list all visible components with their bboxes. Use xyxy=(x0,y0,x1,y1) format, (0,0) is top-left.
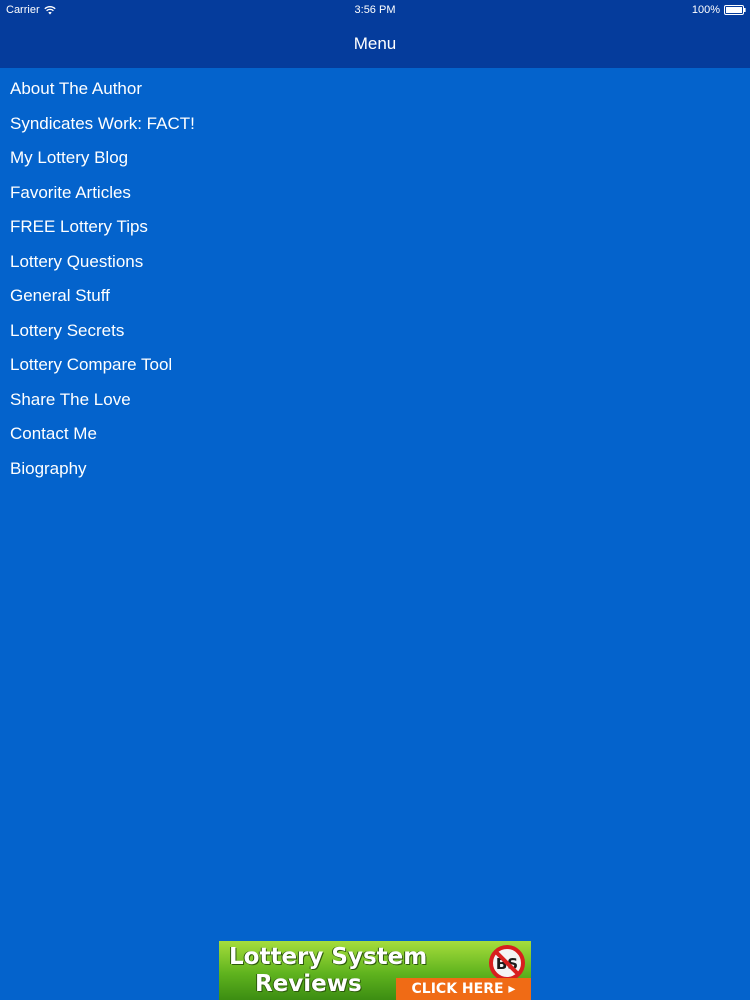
nav-title: Menu xyxy=(353,34,397,53)
status-right: 100% xyxy=(692,0,746,20)
ad-banner[interactable]: Lottery System Reviews BS CLICK HERE ▸ xyxy=(219,941,531,1000)
status-bar: Carrier 3:56 PM 100% xyxy=(0,0,750,20)
menu-list: About The Author Syndicates Work: FACT! … xyxy=(0,72,750,486)
status-time: 3:56 PM xyxy=(354,4,396,16)
battery-percent: 100% xyxy=(691,4,720,16)
battery-icon xyxy=(724,5,746,15)
nav-bar: Menu xyxy=(0,20,750,68)
ad-title-line1: Lottery System xyxy=(229,944,428,970)
menu-item-biography[interactable]: Biography xyxy=(0,452,750,487)
menu-item-lottery-compare-tool[interactable]: Lottery Compare Tool xyxy=(0,348,750,383)
menu-item-share-the-love[interactable]: Share The Love xyxy=(0,383,750,418)
menu-item-general-stuff[interactable]: General Stuff xyxy=(0,279,750,314)
no-bs-badge-icon: BS xyxy=(489,945,525,981)
menu-item-syndicates-work[interactable]: Syndicates Work: FACT! xyxy=(0,107,750,142)
menu-item-free-lottery-tips[interactable]: FREE Lottery Tips xyxy=(0,210,750,245)
menu-item-my-lottery-blog[interactable]: My Lottery Blog xyxy=(0,141,750,176)
menu-item-lottery-questions[interactable]: Lottery Questions xyxy=(0,245,750,280)
menu-item-favorite-articles[interactable]: Favorite Articles xyxy=(0,176,750,211)
ad-click-here-button[interactable]: CLICK HERE ▸ xyxy=(396,978,531,1000)
menu-item-about-the-author[interactable]: About The Author xyxy=(0,72,750,107)
menu-item-contact-me[interactable]: Contact Me xyxy=(0,417,750,452)
ad-title-line2: Reviews xyxy=(255,971,362,997)
menu-item-lottery-secrets[interactable]: Lottery Secrets xyxy=(0,314,750,349)
